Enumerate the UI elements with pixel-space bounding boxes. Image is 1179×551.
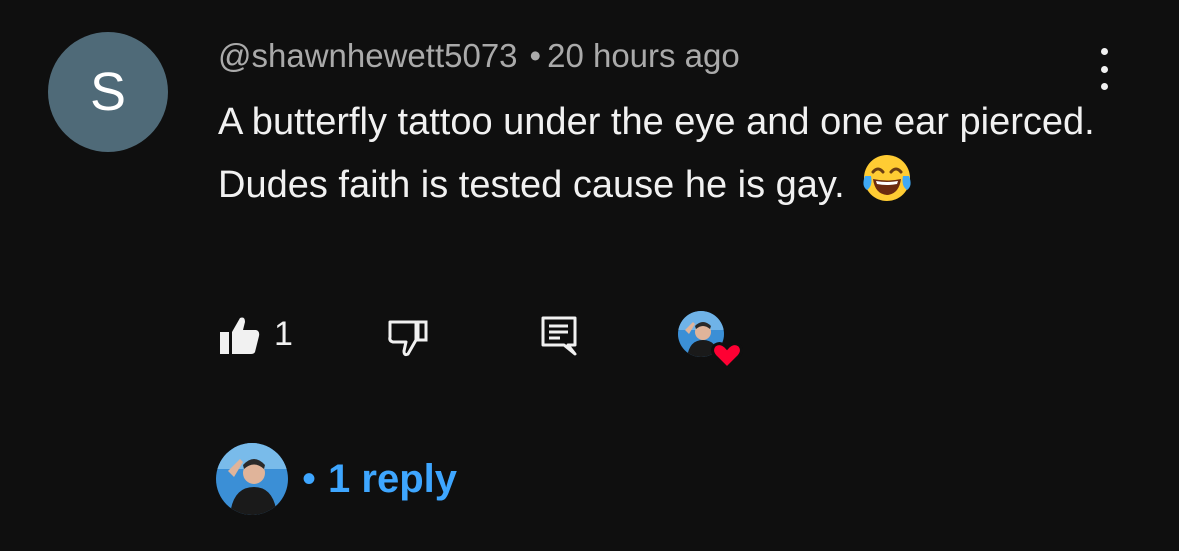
author-avatar[interactable]: S [48,32,168,152]
thumbs-down-icon [388,320,428,357]
view-replies-button[interactable]: • 1 reply [216,443,457,515]
thumbs-up-icon [220,317,260,354]
reply-comment-icon [541,316,577,356]
comment-timestamp: 20 hours ago [547,37,740,74]
reply-button[interactable] [538,314,582,358]
reply-author-avatar [216,443,288,515]
comment-text: A butterfly tattoo under the eye and one… [218,101,1095,207]
face-with-tears-of-joy-icon [861,152,913,222]
meta-separator: • [529,37,542,74]
like-count: 1 [274,315,293,353]
more-options-icon[interactable] [1090,48,1118,90]
comment-meta: @shawnhewett5073 • 20 hours ago [218,36,740,76]
comment-body: A butterfly tattoo under the eye and one… [218,92,1098,222]
like-button[interactable] [218,314,262,358]
replies-count-label: 1 reply [328,456,457,501]
heart-icon [711,342,743,371]
author-initial: S [89,62,127,122]
author-handle[interactable]: @shawnhewett5073 [218,37,518,74]
creator-heart-badge [677,310,743,371]
replies-link[interactable]: • 1 reply [302,457,457,502]
dislike-button[interactable] [386,316,430,360]
